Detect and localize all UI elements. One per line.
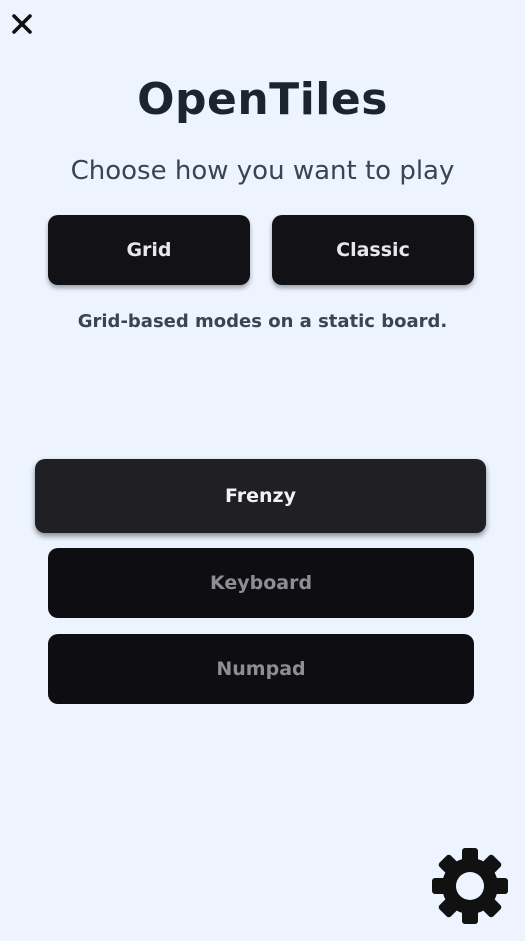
keyboard-button[interactable]: Keyboard: [48, 548, 474, 618]
tab-grid-label: Grid: [126, 239, 172, 261]
mode-description: Grid-based modes on a static board.: [77, 311, 448, 332]
keyboard-button-label: Keyboard: [209, 572, 313, 594]
gear-icon: [432, 848, 508, 924]
page-subtitle: Choose how you want to play: [70, 156, 455, 186]
frenzy-button-label: Frenzy: [225, 485, 296, 507]
settings-button[interactable]: [430, 846, 510, 926]
tab-classic[interactable]: Classic: [272, 215, 474, 285]
tab-grid[interactable]: Grid: [48, 215, 250, 285]
app-title: OpenTiles: [137, 74, 388, 125]
close-button[interactable]: [10, 12, 34, 36]
numpad-button-label: Numpad: [216, 658, 306, 680]
numpad-button[interactable]: Numpad: [48, 634, 474, 704]
close-icon: [12, 14, 32, 34]
tab-classic-label: Classic: [336, 239, 410, 261]
frenzy-button[interactable]: Frenzy: [35, 459, 486, 533]
